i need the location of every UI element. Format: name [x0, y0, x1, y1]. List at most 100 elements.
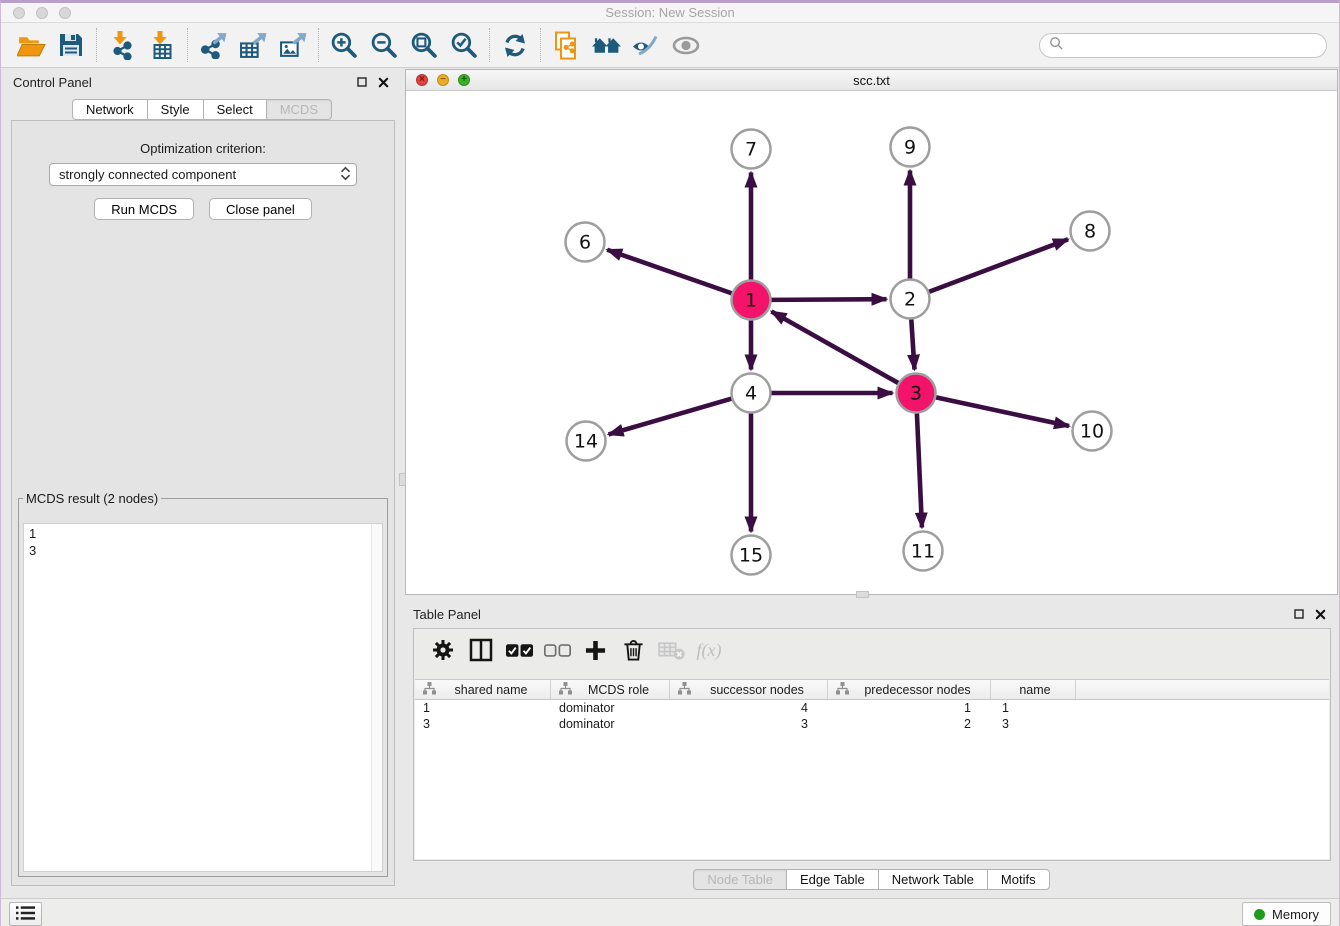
task-history-button[interactable] [9, 902, 42, 926]
toolbar-separator [187, 28, 188, 62]
add-column-icon[interactable] [580, 633, 610, 667]
zoom-selected-icon[interactable] [444, 28, 484, 62]
column-header-successor-nodes[interactable]: successor nodes [670, 680, 828, 699]
column-layout-icon[interactable] [466, 633, 496, 667]
import-network-icon[interactable] [102, 28, 142, 62]
import-table-icon[interactable] [142, 28, 182, 62]
column-header-shared-name[interactable]: shared name [415, 680, 551, 699]
float-panel-icon[interactable] [357, 77, 367, 87]
network-graph: 1234678910111415 [406, 91, 1337, 594]
tab-network-table[interactable]: Network Table [878, 869, 988, 890]
network-maximize-icon[interactable]: + [458, 74, 470, 86]
delete-table-icon [656, 633, 686, 667]
cell-predecessor-nodes: 2 [828, 717, 991, 731]
network-close-icon[interactable]: × [416, 74, 428, 86]
edge-3-1[interactable] [771, 312, 898, 383]
tab-node-table[interactable]: Node Table [693, 869, 787, 890]
column-header-name[interactable]: name [991, 680, 1076, 699]
table-toolbar: f(x) [414, 629, 1330, 671]
open-file-icon[interactable] [11, 28, 51, 62]
toolbar-separator [489, 28, 490, 62]
mcds-result-title: MCDS result (2 nodes) [23, 491, 161, 506]
delete-column-icon[interactable] [618, 633, 648, 667]
toolbar-separator [318, 28, 319, 62]
edge-3-11[interactable] [917, 413, 922, 527]
edge-3-10[interactable] [936, 397, 1069, 426]
table-body: 1dominator4113dominator323 [415, 700, 1329, 732]
memory-status-icon [1254, 909, 1265, 920]
criterion-dropdown[interactable]: strongly connected component [49, 163, 357, 186]
deselect-all-rows-icon[interactable] [542, 633, 572, 667]
zoom-in-icon[interactable] [324, 28, 364, 62]
save-session-icon[interactable] [51, 28, 91, 62]
tab-network[interactable]: Network [72, 99, 148, 120]
node-table: shared name MCDS role successor nodes pr… [415, 679, 1329, 859]
close-panel-icon[interactable] [378, 77, 389, 88]
toolbar-separator [96, 28, 97, 62]
result-scrollbar[interactable] [371, 524, 382, 871]
status-bar: Memory [1, 898, 1339, 926]
tab-mcds[interactable]: MCDS [266, 99, 332, 120]
tab-motifs[interactable]: Motifs [987, 869, 1050, 890]
node-label-3: 3 [910, 383, 922, 405]
node-label-1: 1 [745, 290, 757, 312]
network-minimize-icon[interactable]: − [437, 74, 449, 86]
node-label-2: 2 [904, 289, 916, 311]
run-mcds-button[interactable]: Run MCDS [94, 198, 194, 220]
node-label-15: 15 [739, 545, 763, 567]
export-network-icon[interactable] [193, 28, 233, 62]
title-bar: Session: New Session [1, 3, 1339, 23]
main-toolbar-icons [11, 28, 706, 62]
edge-1-6[interactable] [607, 250, 731, 293]
search-box[interactable] [1039, 33, 1327, 58]
main-toolbar [1, 23, 1339, 68]
show-all-icon[interactable] [666, 28, 706, 62]
mcds-result-fieldset: MCDS result (2 nodes) 13 [18, 491, 388, 877]
refresh-layout-icon[interactable] [495, 28, 535, 62]
window-zoom-icon[interactable] [59, 7, 71, 19]
node-label-4: 4 [745, 383, 757, 405]
clone-network-icon[interactable] [546, 28, 586, 62]
edge-2-3[interactable] [911, 319, 914, 369]
network-canvas[interactable]: 1234678910111415 [406, 91, 1337, 594]
select-all-rows-icon[interactable] [504, 633, 534, 667]
export-table-icon[interactable] [233, 28, 273, 62]
node-label-11: 11 [911, 541, 935, 563]
memory-label: Memory [1272, 907, 1319, 922]
edge-2-8[interactable] [929, 239, 1068, 291]
tab-style[interactable]: Style [147, 99, 204, 120]
column-header-predecessor-nodes[interactable]: predecessor nodes [828, 680, 991, 699]
splitter-handle[interactable] [856, 591, 869, 598]
dropdown-stepper-icon [340, 166, 351, 184]
node-label-8: 8 [1084, 221, 1096, 243]
splitter-handle[interactable] [399, 473, 406, 486]
export-image-icon[interactable] [273, 28, 313, 62]
first-neighbors-icon[interactable] [586, 28, 626, 62]
hide-selected-icon[interactable] [626, 28, 666, 62]
float-panel-icon[interactable] [1294, 609, 1304, 619]
tab-edge-table[interactable]: Edge Table [786, 869, 879, 890]
edge-4-14[interactable] [609, 399, 732, 435]
mcds-result-list[interactable]: 13 [23, 523, 383, 872]
search-input[interactable] [1070, 35, 1326, 55]
close-panel-button[interactable]: Close panel [209, 198, 312, 220]
close-panel-icon[interactable] [1315, 609, 1326, 620]
node-label-6: 6 [579, 232, 591, 254]
tab-select[interactable]: Select [203, 99, 267, 120]
column-header-mcds-role[interactable]: MCDS role [551, 680, 670, 699]
cell-shared-name: 3 [415, 717, 551, 731]
table-panel: Table Panel f(x) shared name [405, 601, 1338, 896]
table-settings-icon[interactable] [428, 633, 458, 667]
network-window-titlebar[interactable]: × − + scc.txt [406, 70, 1337, 91]
zoom-fit-icon[interactable] [404, 28, 444, 62]
memory-button[interactable]: Memory [1242, 902, 1331, 926]
table-row[interactable]: 3dominator323 [415, 716, 1329, 732]
mcds-result-node: 1 [29, 525, 377, 542]
zoom-out-icon[interactable] [364, 28, 404, 62]
window-minimize-icon[interactable] [36, 7, 48, 19]
control-panel: Control Panel Network Style Select MCDS … [3, 69, 401, 896]
cell-name: 3 [991, 717, 1076, 731]
window-close-icon[interactable] [13, 7, 25, 19]
edge-1-2[interactable] [771, 299, 886, 300]
table-row[interactable]: 1dominator411 [415, 700, 1329, 716]
